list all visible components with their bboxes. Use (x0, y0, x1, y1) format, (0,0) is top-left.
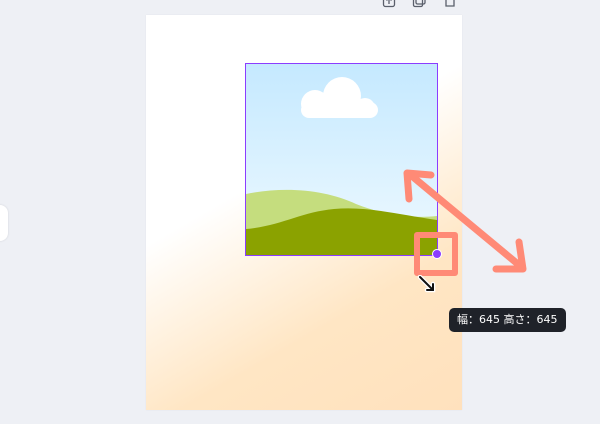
side-panel-toggle[interactable] (0, 205, 8, 241)
page-toolbar (370, 0, 460, 8)
copy-icon[interactable] (442, 0, 456, 8)
duplicate-icon[interactable] (412, 0, 426, 8)
resize-handle-bottom-right[interactable] (432, 249, 442, 259)
upload-icon[interactable] (382, 0, 396, 8)
size-tooltip: 幅：645 高さ：645 (449, 308, 566, 332)
resize-cursor-icon (417, 275, 437, 295)
